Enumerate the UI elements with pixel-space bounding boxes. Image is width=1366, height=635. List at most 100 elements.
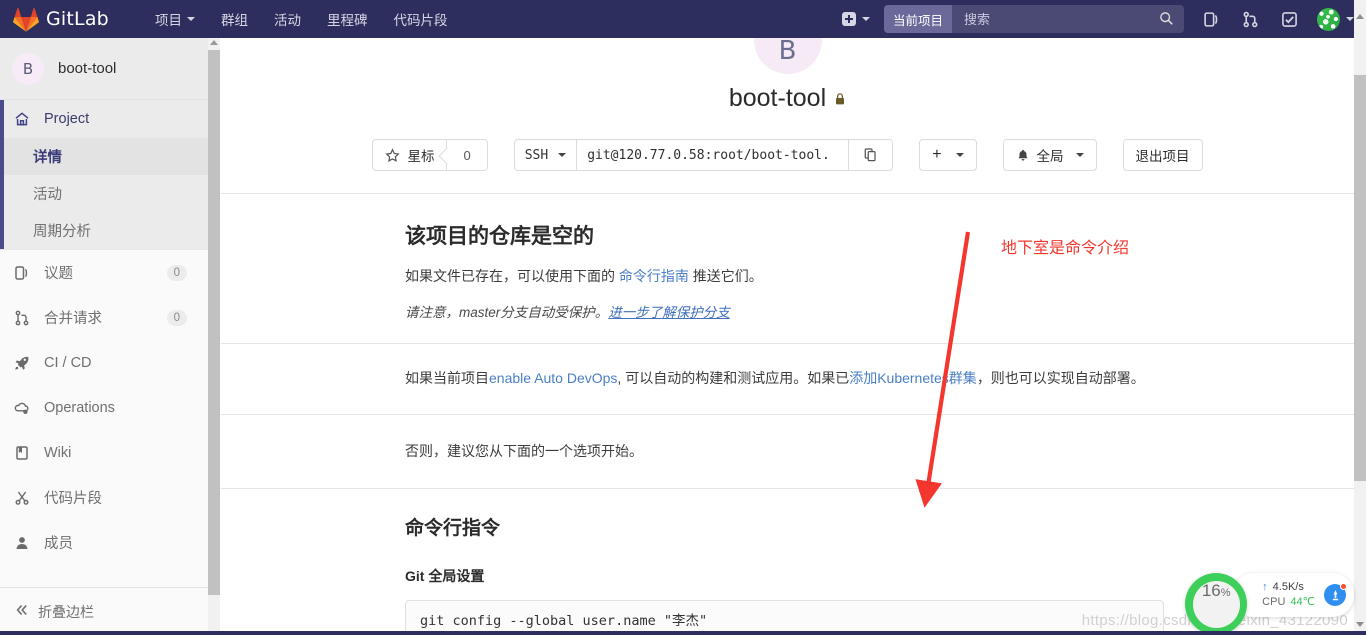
sidebar-scrollbar[interactable] — [208, 38, 220, 635]
sidebar-nav-list: 议题 0 合并请求 0 CI / CD Operations Wiki 代码片段… — [0, 249, 219, 565]
nav-item-projects[interactable]: 项目 — [142, 0, 208, 38]
gitlab-tanuki-icon — [13, 7, 39, 32]
sidebar-item-merge-requests[interactable]: 合并请求 0 — [0, 295, 219, 340]
window-bottom-strip — [0, 631, 1366, 635]
sidebar-item-issues-count: 0 — [166, 264, 187, 281]
sidebar-item-ci-cd[interactable]: CI / CD — [0, 340, 219, 385]
cpu-usage-ring[interactable]: 16% — [1185, 573, 1248, 635]
star-button[interactable]: 星标 — [372, 139, 448, 171]
merge-requests-icon[interactable] — [1231, 0, 1270, 38]
copy-icon — [864, 148, 876, 162]
project-avatar: B — [753, 38, 822, 74]
sidebar-item-snippets[interactable]: 代码片段 — [0, 475, 219, 520]
issues-icon — [14, 265, 36, 281]
star-group: 星标 0 — [372, 139, 488, 171]
command-line-guide-link[interactable]: 命令行指南 — [619, 268, 689, 284]
scroll-down-arrow-icon[interactable] — [1356, 622, 1364, 627]
project-sidebar: B boot-tool Project 详情 活动 周期分析 议题 0 合并请求… — [0, 38, 220, 635]
scroll-up-arrow-icon[interactable] — [1356, 14, 1364, 19]
rocket-boost-icon — [1332, 589, 1338, 600]
system-monitor-pill: ↑ 4.5K/s CPU 44℃ — [1232, 573, 1354, 617]
gitlab-app: GitLab 项目 群组 活动 里程碑 代码片段 当前项目 搜索 B boot-… — [0, 0, 1366, 635]
protected-branch-link[interactable]: 进一步了解保护分支 — [608, 305, 730, 320]
leave-project-button[interactable]: 退出项目 — [1122, 139, 1203, 171]
network-row: ↑ 4.5K/s — [1262, 580, 1315, 595]
network-speed: 4.5K/s — [1272, 581, 1304, 594]
user-icon — [14, 535, 36, 551]
sidebar-item-wiki-label: Wiki — [44, 444, 72, 461]
avatar — [1317, 7, 1340, 31]
divider — [221, 488, 1354, 489]
sidebar-item-issues-label: 议题 — [44, 266, 73, 282]
nav-item-snippets[interactable]: 代码片段 — [380, 0, 460, 38]
merge-request-icon — [14, 310, 36, 326]
sidebar-item-operations[interactable]: Operations — [0, 385, 219, 430]
nav-item-milestones[interactable]: 里程碑 — [314, 0, 381, 38]
top-nav-menu: 项目 群组 活动 里程碑 代码片段 — [142, 0, 461, 38]
sidebar-item-issues[interactable]: 议题 0 — [0, 250, 219, 295]
chevron-double-left-icon — [14, 602, 30, 621]
sidebar-item-members-label: 成员 — [44, 536, 73, 552]
add-dropdown-button[interactable]: + — [919, 139, 977, 171]
chevron-down-icon — [1075, 153, 1084, 157]
sidebar-scroll-thumb[interactable] — [208, 50, 220, 595]
chevron-down-icon — [861, 17, 870, 21]
collapse-sidebar-label: 折叠边栏 — [38, 603, 94, 620]
new-dropdown-button[interactable] — [833, 5, 878, 33]
git-global-setup-code[interactable]: git config --global user.name "李杰" git c… — [405, 600, 1164, 635]
clone-url-input[interactable]: git@120.77.0.58:root/boot-tool. — [577, 139, 850, 171]
user-menu-button[interactable] — [1309, 7, 1358, 31]
clone-protocol-dropdown[interactable]: SSH — [513, 139, 578, 171]
percent-symbol: % — [1220, 586, 1231, 599]
plus-label: + — [932, 146, 942, 163]
page-title: boot-tool — [221, 84, 1354, 113]
clone-group: SSH git@120.77.0.58:root/boot-tool. — [513, 139, 894, 171]
protected-note-text: 请注意，master分支自动受保护。 — [405, 305, 609, 320]
otherwise-section: 否则，建议您从下面的一个选项开始。 — [221, 441, 1354, 488]
operations-icon — [14, 400, 36, 416]
sidebar-item-details[interactable]: 详情 — [4, 138, 219, 175]
issues-icon[interactable] — [1192, 0, 1231, 38]
system-monitor-widget[interactable]: ↑ 4.5K/s CPU 44℃ 16% — [1185, 573, 1354, 635]
sidebar-item-cycle-analytics[interactable]: 周期分析 — [4, 212, 219, 249]
rocket-icon — [14, 355, 36, 371]
top-navbar: GitLab 项目 群组 活动 里程碑 代码片段 当前项目 — [0, 0, 1366, 38]
project-name-label: boot-tool — [728, 84, 827, 112]
auto-devops-section: 如果当前项目enable Auto DevOps, 可以自动的构建和测试应用。如… — [221, 368, 1354, 414]
sidebar-item-activity[interactable]: 活动 — [4, 175, 219, 212]
search-input[interactable] — [962, 6, 1162, 32]
nav-item-groups[interactable]: 群组 — [208, 0, 261, 38]
page-scroll-thumb[interactable] — [1354, 75, 1366, 481]
search-icon[interactable] — [1159, 11, 1174, 31]
accelerate-button[interactable] — [1324, 583, 1347, 606]
divider — [221, 414, 1354, 415]
nav-item-activity[interactable]: 活动 — [261, 0, 314, 38]
search-bar: 当前项目 — [883, 5, 1184, 33]
sidebar-item-wiki[interactable]: Wiki — [0, 430, 219, 475]
star-label: 星标 — [407, 149, 435, 164]
scissors-icon — [14, 490, 36, 506]
sidebar-item-project-label: Project — [44, 111, 90, 127]
nav-item-projects-label: 项目 — [154, 13, 182, 28]
add-kubernetes-cluster-link[interactable]: 添加Kubernetes群集 — [849, 370, 977, 386]
notification-dropdown-button[interactable]: 全局 — [1002, 139, 1097, 171]
sidebar-project-header[interactable]: B boot-tool — [0, 38, 219, 100]
search-scope-badge[interactable]: 当前项目 — [883, 5, 952, 33]
page-scrollbar[interactable] — [1354, 0, 1366, 635]
notification-dot — [1340, 583, 1347, 590]
sidebar-item-members[interactable]: 成员 — [0, 520, 219, 565]
sidebar-item-project[interactable]: Project — [4, 100, 219, 138]
gitlab-logo[interactable]: GitLab — [13, 7, 109, 32]
bell-icon — [1016, 148, 1030, 163]
copy-url-button[interactable] — [849, 139, 894, 171]
sidebar-project-name: boot-tool — [58, 60, 117, 77]
auto-devops-text: 如果当前项目enable Auto DevOps, 可以自动的构建和测试应用。如… — [405, 368, 1164, 389]
scroll-up-arrow-icon[interactable] — [210, 40, 218, 45]
todos-icon[interactable] — [1270, 0, 1309, 38]
collapse-sidebar-button[interactable]: 折叠边栏 — [0, 587, 220, 635]
enable-auto-devops-link[interactable]: enable Auto DevOps — [489, 370, 617, 386]
cpu-usage-percent: 16 — [1201, 580, 1221, 600]
divider — [221, 343, 1354, 344]
devops-text-3: ，则也可以实现自动部署。 — [976, 370, 1145, 386]
cpu-temp: 44℃ — [1290, 596, 1315, 608]
